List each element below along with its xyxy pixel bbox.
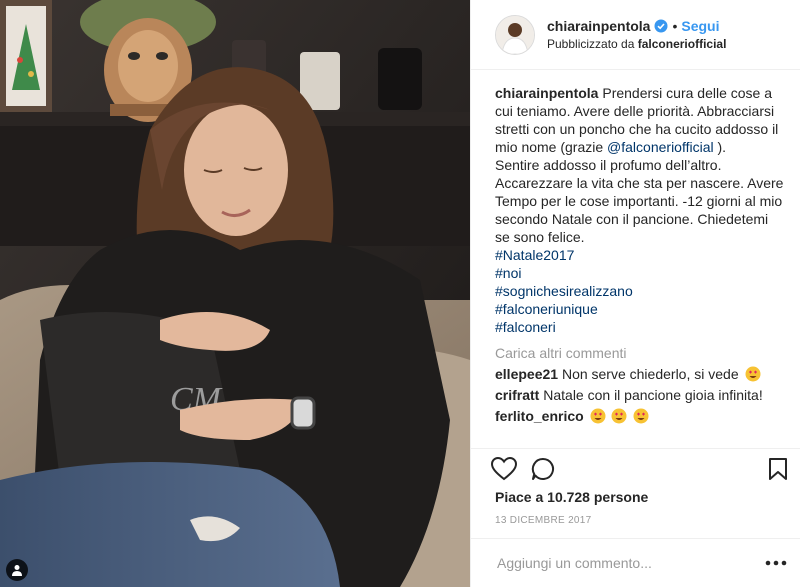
hashtag-link[interactable]: #falconeri: [495, 318, 786, 336]
comment: ellepee21 Non serve chiederlo, si vede: [495, 365, 786, 383]
photo-illustration: CM: [0, 0, 470, 587]
comment-username[interactable]: ferlito_enrico: [495, 408, 584, 424]
comment-username[interactable]: ellepee21: [495, 366, 558, 382]
heart-icon[interactable]: [491, 456, 517, 481]
likes-count[interactable]: Piace a 10.728 persone: [495, 489, 648, 505]
post-header: chiarainpentola • Segui Pubblicizzato da…: [471, 0, 800, 70]
post-caption: chiarainpentola Prendersi cura delle cos…: [495, 84, 786, 336]
heart-eyes-emoji-icon: [611, 408, 627, 424]
comment-input[interactable]: [495, 554, 739, 572]
post-date[interactable]: 13 DICEMBRE 2017: [495, 515, 592, 526]
tag-people-button[interactable]: [6, 559, 28, 581]
sponsored-label: Pubblicizzato da falconeriofficial: [547, 37, 726, 51]
hashtag-link[interactable]: #sognichesirealizzano: [495, 282, 786, 300]
hashtag-link[interactable]: #noi: [495, 264, 786, 282]
caption-text-2: Sentire addosso il profumo dell’altro. A…: [495, 157, 784, 245]
avatar-image: [496, 15, 534, 54]
more-options-icon[interactable]: [765, 560, 787, 566]
comment-username[interactable]: crifratt: [495, 387, 539, 403]
heart-eyes-emoji-icon: [745, 366, 760, 382]
add-comment-bar: [471, 538, 800, 587]
comment: crifratt Natale con il pancione gioia in…: [495, 386, 786, 404]
post-sidebar: chiarainpentola • Segui Pubblicizzato da…: [470, 0, 800, 587]
comment: ferlito_enrico: [495, 407, 786, 425]
post-photo[interactable]: CM: [0, 0, 470, 587]
caption-username[interactable]: chiarainpentola: [495, 85, 598, 101]
sponsored-prefix: Pubblicizzato da: [547, 37, 635, 51]
verified-badge-icon: [654, 19, 668, 33]
hashtag-link[interactable]: #falconeriunique: [495, 300, 786, 318]
caption-mention[interactable]: @falconeriofficial: [607, 139, 714, 155]
author-username[interactable]: chiarainpentola: [547, 18, 650, 34]
caption-text-end: ).: [717, 139, 727, 155]
comments-section: chiarainpentola Prendersi cura delle cos…: [471, 70, 800, 425]
comment-text: Natale con il pancione gioia infinita!: [543, 387, 763, 403]
separator-dot: •: [672, 18, 678, 34]
action-bar: [471, 448, 800, 488]
load-more-comments[interactable]: Carica altri commenti: [495, 344, 786, 362]
bookmark-icon[interactable]: [769, 457, 787, 480]
instagram-post: CM chiarainpentola • Segui Pubblicizzato…: [0, 0, 800, 587]
heart-eyes-emoji-icon: [633, 408, 649, 424]
person-tag-icon: [12, 565, 22, 576]
comment-icon[interactable]: [531, 457, 555, 481]
heart-eyes-emoji-icon: [590, 408, 606, 424]
hashtag-link[interactable]: #Natale2017: [495, 246, 786, 264]
follow-button[interactable]: Segui: [681, 18, 719, 34]
comment-text: Non serve chiederlo, si vede: [561, 366, 739, 382]
sponsor-link[interactable]: falconeriofficial: [638, 37, 727, 51]
avatar[interactable]: [495, 14, 535, 55]
